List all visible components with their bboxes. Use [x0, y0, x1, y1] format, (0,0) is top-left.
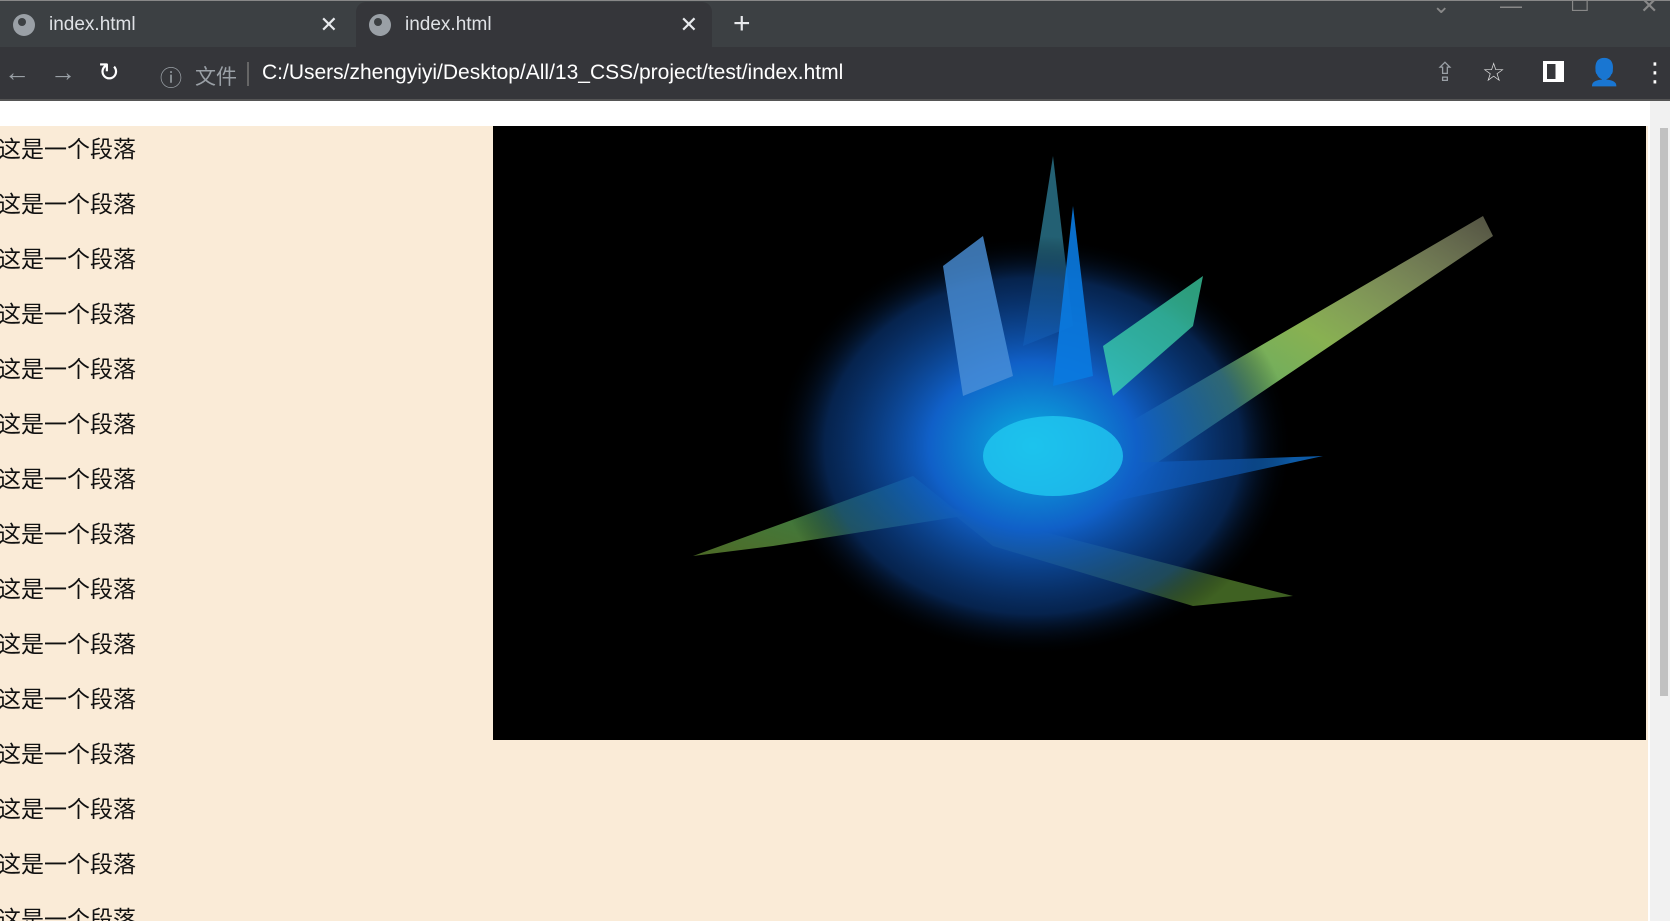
- paragraph: 这是一个段落: [0, 301, 136, 327]
- profile-icon[interactable]: 👤: [1588, 57, 1620, 88]
- tab-search-icon[interactable]: ⌄: [1432, 0, 1450, 19]
- paragraph: 这是一个段落: [0, 686, 136, 712]
- paragraph: 这是一个段落: [0, 521, 136, 547]
- paragraph: 这是一个段落: [0, 356, 136, 382]
- star-icon[interactable]: ☆: [1482, 57, 1505, 88]
- new-tab-button[interactable]: +: [733, 7, 751, 41]
- tab-2-active[interactable]: index.html ✕: [356, 2, 712, 48]
- minimize-button[interactable]: —: [1500, 0, 1522, 19]
- side-panel-icon[interactable]: [1543, 61, 1564, 82]
- address-bar[interactable]: C:/Users/zhengyiyi/Desktop/All/13_CSS/pr…: [262, 61, 843, 85]
- paragraph: 这是一个段落: [0, 466, 136, 492]
- tab-strip: index.html ✕ index.html ✕ + ⌄ — ☐ ✕: [0, 0, 1670, 48]
- file-label: 文件: [195, 66, 237, 89]
- tab-1[interactable]: index.html ✕: [0, 2, 352, 48]
- divider: [247, 62, 249, 86]
- forward-icon[interactable]: →: [50, 57, 76, 88]
- paragraph: 这是一个段落: [0, 631, 136, 657]
- explosion-image: [493, 126, 1646, 740]
- info-icon[interactable]: ⓘ: [160, 61, 182, 93]
- paragraph: 这是一个段落: [0, 741, 136, 767]
- paragraph: 这是一个段落: [0, 576, 136, 602]
- reload-icon[interactable]: ↻: [98, 57, 120, 88]
- globe-icon: [13, 14, 35, 36]
- paragraph: 这是一个段落: [0, 906, 136, 921]
- paragraph: 这是一个段落: [0, 191, 136, 217]
- globe-icon: [369, 14, 391, 36]
- tab-title: index.html: [405, 14, 492, 35]
- close-tab-icon[interactable]: ✕: [320, 12, 338, 38]
- paragraph: 这是一个段落: [0, 136, 136, 162]
- scrollbar-thumb[interactable]: [1660, 128, 1668, 696]
- tab-title: index.html: [49, 14, 136, 35]
- maximize-button[interactable]: ☐: [1570, 0, 1590, 17]
- menu-icon[interactable]: ⋮: [1642, 57, 1668, 88]
- paragraph: 这是一个段落: [0, 851, 136, 877]
- browser-toolbar: ← → ↻ ⓘ 文件 C:/Users/zhengyiyi/Desktop/Al…: [0, 47, 1670, 101]
- share-icon[interactable]: ⇪: [1434, 57, 1456, 88]
- paragraph: 这是一个段落: [0, 246, 136, 272]
- paragraph: 这是一个段落: [0, 796, 136, 822]
- close-window-button[interactable]: ✕: [1640, 0, 1658, 19]
- close-tab-icon[interactable]: ✕: [680, 12, 698, 38]
- paragraph: 这是一个段落: [0, 411, 136, 437]
- back-icon[interactable]: ←: [4, 57, 30, 88]
